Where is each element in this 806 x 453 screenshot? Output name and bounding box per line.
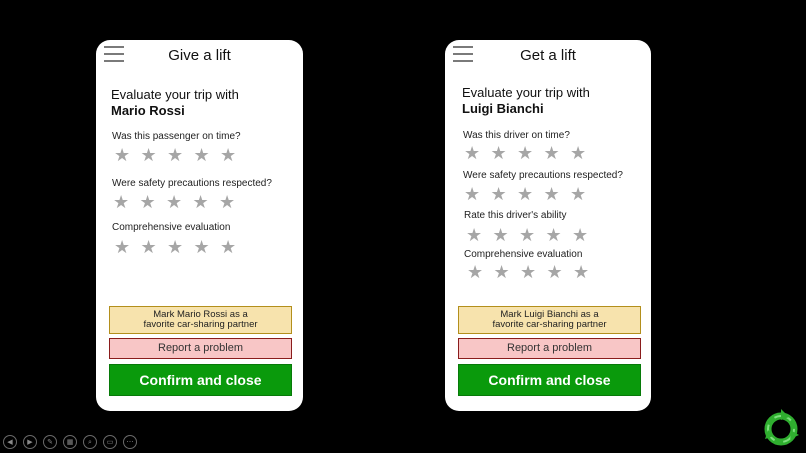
- evaluate-heading: Evaluate your trip with Mario Rossi: [111, 87, 239, 119]
- star-rating[interactable]: ★ ★ ★ ★ ★: [114, 146, 247, 164]
- pen-icon[interactable]: ✎: [43, 435, 57, 449]
- screen-title: Give a lift: [168, 47, 231, 64]
- star-rating[interactable]: ★ ★ ★ ★ ★: [466, 226, 599, 244]
- star-icon[interactable]: ★: [570, 185, 597, 203]
- question-label: Was this passenger on time?: [112, 131, 241, 142]
- evaluate-text: Evaluate your trip with: [462, 85, 590, 100]
- evaluate-heading: Evaluate your trip with Luigi Bianchi: [462, 85, 590, 117]
- star-icon[interactable]: ★: [194, 146, 221, 164]
- star-icon[interactable]: ★: [167, 238, 194, 256]
- star-icon[interactable]: ★: [544, 144, 571, 162]
- star-icon[interactable]: ★: [167, 146, 194, 164]
- star-icon[interactable]: ★: [220, 146, 247, 164]
- star-icon[interactable]: ★: [520, 263, 547, 281]
- star-rating[interactable]: ★ ★ ★ ★ ★: [113, 193, 246, 211]
- star-icon[interactable]: ★: [491, 144, 518, 162]
- star-icon[interactable]: ★: [113, 193, 140, 211]
- star-icon[interactable]: ★: [494, 263, 521, 281]
- question-label: Comprehensive evaluation: [464, 249, 583, 260]
- slides-icon[interactable]: ▦: [63, 435, 77, 449]
- star-icon[interactable]: ★: [466, 226, 493, 244]
- star-icon[interactable]: ★: [519, 226, 546, 244]
- star-rating[interactable]: ★ ★ ★ ★ ★: [114, 238, 247, 256]
- star-icon[interactable]: ★: [140, 193, 167, 211]
- star-icon[interactable]: ★: [114, 238, 141, 256]
- favorite-line-2: favorite car-sharing partner: [143, 319, 258, 330]
- star-icon[interactable]: ★: [493, 226, 520, 244]
- evaluate-text: Evaluate your trip with: [111, 87, 239, 102]
- report-problem-button[interactable]: Report a problem: [109, 338, 292, 359]
- star-rating[interactable]: ★ ★ ★ ★ ★: [467, 263, 600, 281]
- subtitles-icon[interactable]: ▭: [103, 435, 117, 449]
- get-a-lift-screen: Get a lift Evaluate your trip with Luigi…: [445, 40, 651, 411]
- star-icon[interactable]: ★: [517, 185, 544, 203]
- star-icon[interactable]: ★: [141, 146, 168, 164]
- confirm-close-button[interactable]: Confirm and close: [458, 364, 641, 396]
- question-label: Rate this driver's ability: [464, 210, 567, 221]
- star-icon[interactable]: ★: [464, 185, 491, 203]
- star-icon[interactable]: ★: [193, 193, 220, 211]
- star-icon[interactable]: ★: [166, 193, 193, 211]
- star-icon[interactable]: ★: [517, 144, 544, 162]
- favorite-line-2: favorite car-sharing partner: [492, 319, 607, 330]
- star-icon[interactable]: ★: [220, 238, 247, 256]
- confirm-close-button[interactable]: Confirm and close: [109, 364, 292, 396]
- star-rating[interactable]: ★ ★ ★ ★ ★: [464, 144, 597, 162]
- question-label: Was this driver on time?: [463, 130, 570, 141]
- star-icon[interactable]: ★: [194, 238, 221, 256]
- star-icon[interactable]: ★: [546, 226, 573, 244]
- screen-title: Get a lift: [520, 47, 576, 64]
- mark-favorite-button[interactable]: Mark Luigi Bianchi as a favorite car-sha…: [458, 306, 641, 334]
- more-icon[interactable]: ⋯: [123, 435, 137, 449]
- star-icon[interactable]: ★: [141, 238, 168, 256]
- star-icon[interactable]: ★: [572, 226, 599, 244]
- report-problem-button[interactable]: Report a problem: [458, 338, 641, 359]
- question-label: Were safety precautions respected?: [463, 170, 623, 181]
- star-rating[interactable]: ★ ★ ★ ★ ★: [464, 185, 597, 203]
- star-icon[interactable]: ★: [544, 185, 571, 203]
- star-icon[interactable]: ★: [491, 185, 518, 203]
- question-label: Were safety precautions respected?: [112, 178, 272, 189]
- star-icon[interactable]: ★: [114, 146, 141, 164]
- mark-favorite-button[interactable]: Mark Mario Rossi as a favorite car-shari…: [109, 306, 292, 334]
- person-name: Mario Rossi: [111, 103, 185, 118]
- person-name: Luigi Bianchi: [462, 101, 544, 116]
- star-icon[interactable]: ★: [573, 263, 600, 281]
- zoom-icon[interactable]: ⌕: [83, 435, 97, 449]
- previous-icon[interactable]: ◀: [3, 435, 17, 449]
- star-icon[interactable]: ★: [467, 263, 494, 281]
- star-icon[interactable]: ★: [219, 193, 246, 211]
- presentation-toolbar: ◀ ▶ ✎ ▦ ⌕ ▭ ⋯: [3, 435, 143, 449]
- star-icon[interactable]: ★: [464, 144, 491, 162]
- question-label: Comprehensive evaluation: [112, 222, 231, 233]
- star-icon[interactable]: ★: [547, 263, 574, 281]
- recycle-icon[interactable]: [760, 408, 802, 450]
- give-a-lift-screen: Give a lift Evaluate your trip with Mari…: [96, 40, 303, 411]
- star-icon[interactable]: ★: [570, 144, 597, 162]
- next-icon[interactable]: ▶: [23, 435, 37, 449]
